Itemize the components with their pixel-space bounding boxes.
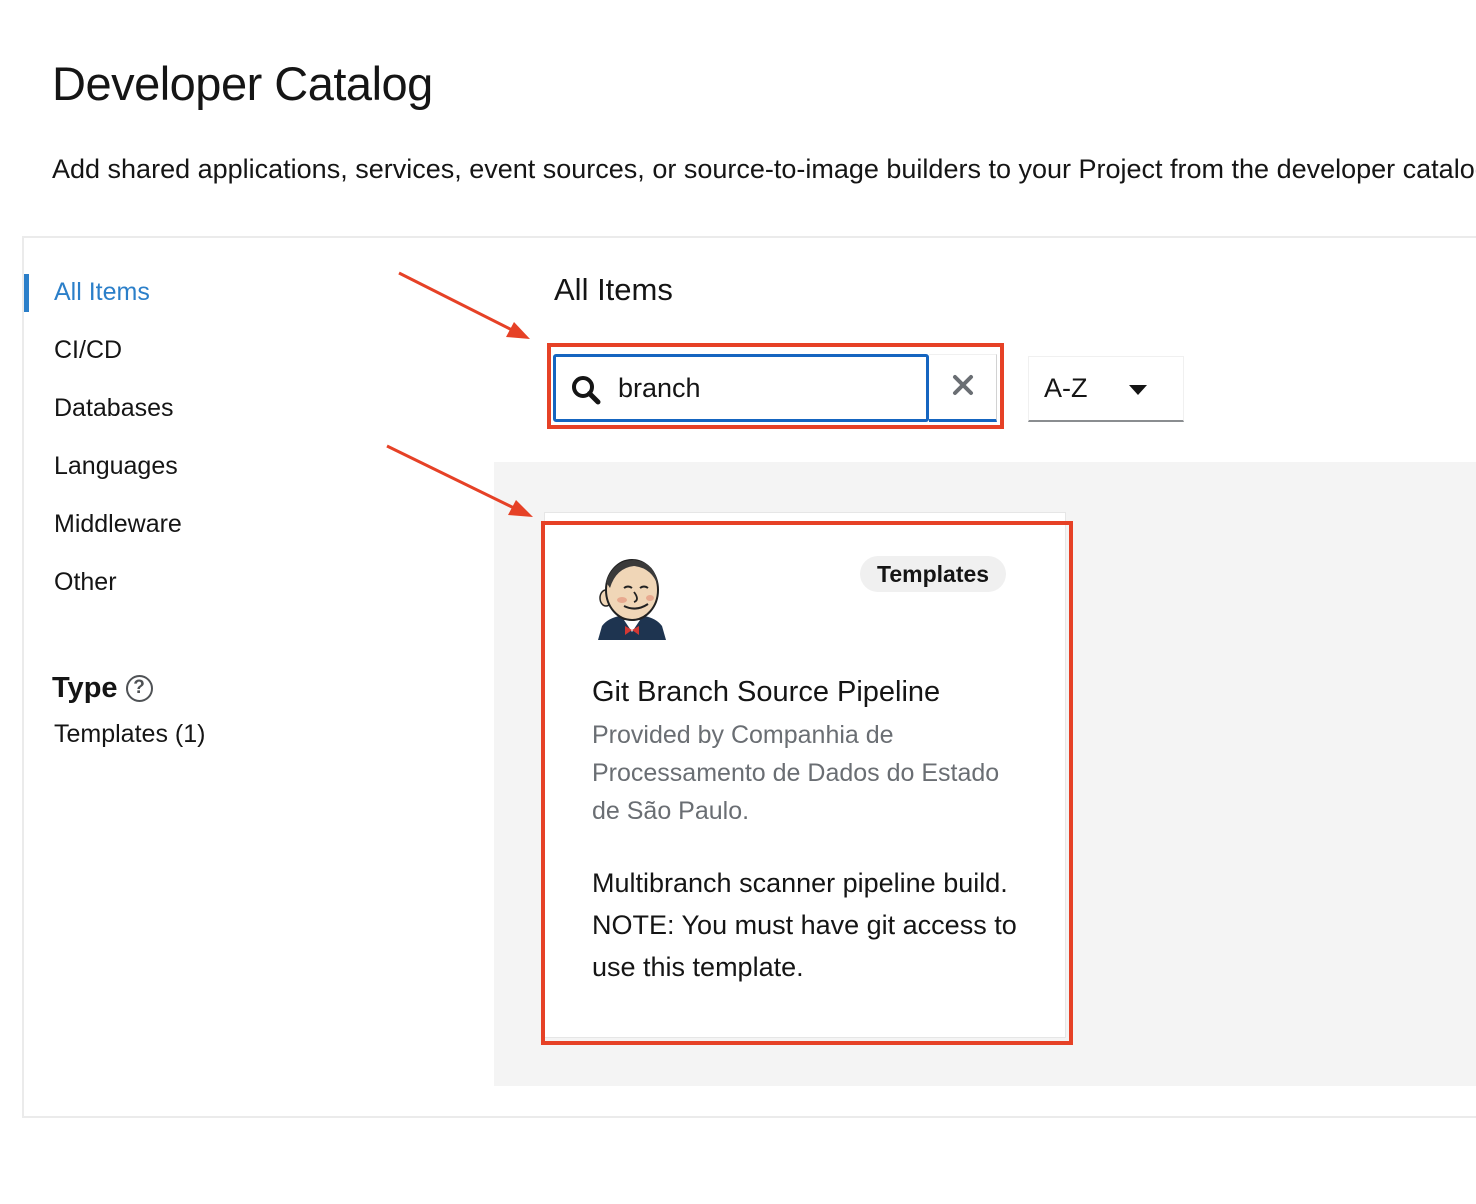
sort-value: A-Z: [1044, 373, 1088, 403]
content-title: All Items: [554, 272, 673, 307]
type-filter-templates[interactable]: Templates (1): [54, 720, 205, 749]
card-provider: Provided by Companhia de Processamento d…: [592, 721, 1000, 825]
sidebar-item-ci-cd[interactable]: CI/CD: [54, 336, 122, 365]
card-description: Multibranch scanner pipeline build. NOTE…: [592, 868, 1017, 982]
search-icon: [570, 374, 602, 411]
sidebar-item-other[interactable]: Other: [54, 568, 117, 597]
card-title[interactable]: Git Branch Source Pipeline: [592, 676, 940, 709]
help-icon[interactable]: ?: [125, 675, 153, 702]
active-indicator: [24, 274, 29, 312]
page-title: Developer Catalog: [52, 57, 433, 110]
search-group: branch: [553, 354, 997, 422]
type-heading-label: Type: [52, 672, 118, 704]
close-icon: [952, 374, 974, 401]
sidebar-item-databases[interactable]: Databases: [54, 394, 174, 423]
search-input-value: branch: [618, 373, 701, 403]
clear-search-button[interactable]: [929, 354, 997, 422]
type-filter-heading: Type ?: [52, 672, 153, 705]
sidebar-item-all-items[interactable]: All Items: [54, 278, 150, 307]
jenkins-logo-icon: [594, 558, 670, 647]
sidebar-item-languages[interactable]: Languages: [54, 452, 178, 481]
sidebar-item-middleware[interactable]: Middleware: [54, 510, 182, 539]
search-input[interactable]: branch: [553, 354, 929, 422]
sort-dropdown[interactable]: A-Z: [1028, 356, 1184, 422]
caret-down-icon: [1129, 385, 1147, 395]
templates-badge: Templates: [860, 556, 1007, 592]
page-description: Add shared applications, services, event…: [52, 154, 1476, 184]
